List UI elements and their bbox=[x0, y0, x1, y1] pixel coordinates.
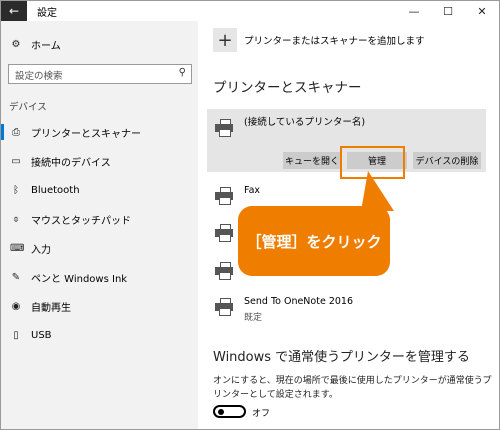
sidebar-item-mouse[interactable]: ⌽ マウスとタッチパッド bbox=[1, 208, 198, 230]
title-bar: ← 設定 — ☐ ✕ bbox=[1, 1, 499, 21]
printer-name: Fax bbox=[244, 185, 261, 196]
usb-icon: ▯ bbox=[13, 329, 19, 341]
printer-icon bbox=[215, 119, 234, 137]
printer-icon bbox=[215, 298, 234, 316]
autoplay-icon: ◉ bbox=[11, 300, 21, 312]
sidebar-item-label: ペンと Windows Ink bbox=[31, 273, 128, 285]
sidebar-item-input[interactable]: ⌨ 入力 bbox=[1, 237, 198, 259]
windows-default-description: オンにすると、現在の場所で最後に使用したプリンターが通常使うプリンターとして設定… bbox=[213, 376, 492, 400]
sidebar-item-label: 自動再生 bbox=[31, 302, 71, 314]
callout-bubble: ［管理］をクリック bbox=[238, 206, 390, 276]
devices-icon: ▭ bbox=[11, 155, 21, 167]
sidebar-item-label: マウスとタッチパッド bbox=[31, 215, 131, 227]
sidebar-item-usb[interactable]: ▯ USB bbox=[1, 324, 198, 346]
sidebar-item-pen[interactable]: ✎ ペンと Windows Ink bbox=[1, 266, 198, 288]
search-input[interactable]: 設定の検索 ⚲ bbox=[8, 64, 192, 84]
windows-default-section-title: Windows で通常使うプリンターを管理する bbox=[213, 350, 470, 365]
mouse-icon: ⌽ bbox=[13, 213, 19, 225]
sidebar-item-label: プリンターとスキャナー bbox=[31, 128, 141, 140]
keyboard-icon: ⌨ bbox=[10, 242, 25, 254]
add-printer-button[interactable]: + bbox=[213, 28, 237, 52]
sidebar-item-label: 入力 bbox=[31, 244, 51, 256]
pen-icon: ✎ bbox=[11, 271, 21, 283]
window-title: 設定 bbox=[37, 8, 57, 19]
close-button[interactable]: ✕ bbox=[467, 1, 497, 21]
sidebar-item-connected-devices[interactable]: ▭ 接続中のデバイス bbox=[1, 150, 198, 172]
gear-icon: ⚙ bbox=[11, 38, 21, 50]
selection-indicator bbox=[1, 124, 4, 140]
bluetooth-icon: ᛒ bbox=[13, 184, 19, 196]
maximize-button[interactable]: ☐ bbox=[433, 1, 463, 21]
sidebar: ⚙ ホーム 設定の検索 ⚲ デバイス ⎙ プリンターとスキャナー ▭ 接続中のデ… bbox=[1, 21, 198, 429]
printer-icon bbox=[215, 262, 234, 280]
default-printer-toggle[interactable] bbox=[213, 405, 246, 418]
sidebar-item-autoplay[interactable]: ◉ 自動再生 bbox=[1, 295, 198, 317]
home-label: ホーム bbox=[31, 40, 61, 52]
back-button[interactable]: ← bbox=[1, 1, 27, 21]
printer-icon bbox=[215, 187, 234, 205]
section-title: プリンターとスキャナー bbox=[213, 80, 362, 96]
sidebar-item-printers[interactable]: ⎙ プリンターとスキャナー bbox=[1, 121, 198, 143]
printer-name: (接続しているプリンター名) bbox=[244, 117, 366, 128]
open-queue-button[interactable]: キューを開く bbox=[283, 152, 341, 169]
sidebar-item-label: USB bbox=[31, 329, 52, 341]
sidebar-home[interactable]: ⚙ ホーム bbox=[1, 33, 198, 55]
search-icon: ⚲ bbox=[178, 67, 186, 78]
search-placeholder: 設定の検索 bbox=[15, 71, 63, 82]
printer-icon: ⎙ bbox=[12, 126, 20, 138]
back-arrow-icon: ← bbox=[8, 4, 20, 18]
add-printer-label[interactable]: プリンターまたはスキャナーを追加します bbox=[244, 33, 425, 47]
toggle-knob bbox=[218, 409, 224, 415]
minimize-button[interactable]: — bbox=[399, 1, 429, 21]
sidebar-item-label: 接続中のデバイス bbox=[31, 157, 111, 169]
sidebar-item-label: Bluetooth bbox=[31, 184, 80, 196]
printer-name: Send To OneNote 2016 bbox=[244, 296, 353, 307]
section-label-devices: デバイス bbox=[9, 102, 47, 113]
printer-icon bbox=[215, 224, 234, 242]
plus-icon: + bbox=[217, 29, 233, 51]
toggle-state-label: オフ bbox=[252, 409, 271, 419]
sidebar-item-bluetooth[interactable]: ᛒ Bluetooth bbox=[1, 179, 198, 201]
remove-device-button[interactable]: デバイスの削除 bbox=[413, 152, 481, 169]
settings-window: ← 設定 — ☐ ✕ ⚙ ホーム 設定の検索 ⚲ デバイス ⎙ プリンターとスキ… bbox=[0, 0, 500, 430]
printer-default-label: 既定 bbox=[244, 313, 263, 323]
callout-text: ［管理］をクリック bbox=[246, 232, 382, 251]
